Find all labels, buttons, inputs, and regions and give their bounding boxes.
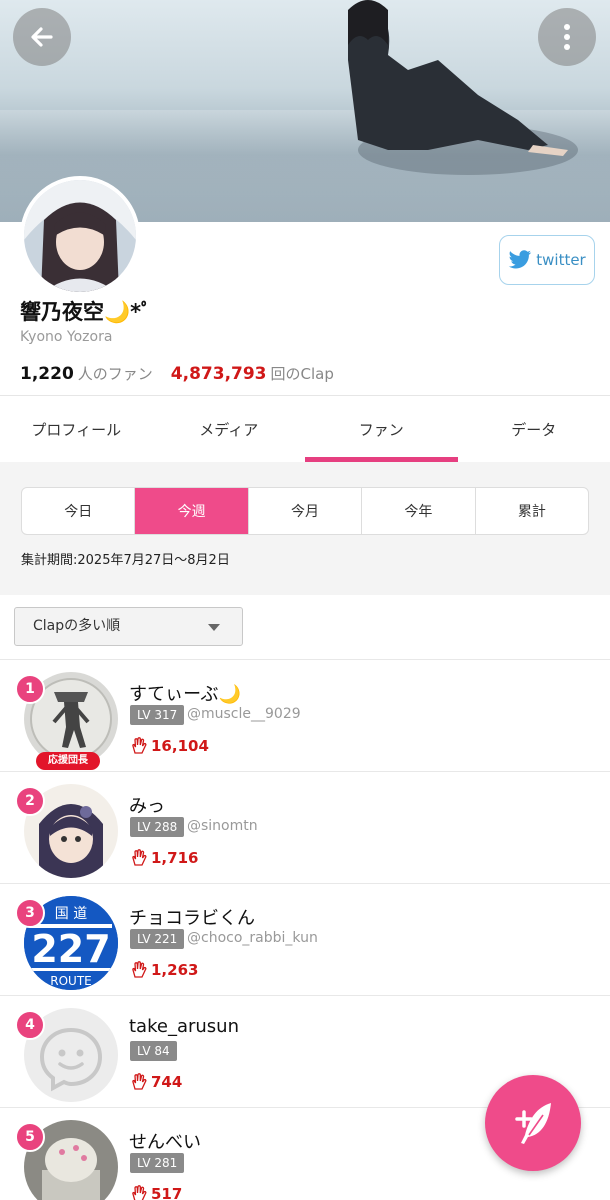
list-item[interactable]: 国 道 227 ROUTE 3 チョコラビくん LV 221 @choco_ra… [0, 883, 610, 995]
clap-label: 回のClap [270, 365, 334, 383]
twitter-button[interactable]: twitter [499, 235, 595, 285]
fan-name: せんべい [129, 1132, 201, 1153]
period-total[interactable]: 累計 [476, 488, 588, 534]
more-button[interactable] [538, 8, 596, 66]
level-badge: LV 84 [130, 1041, 177, 1061]
clap-value: 16,104 [151, 737, 209, 755]
profile-avatar [20, 176, 140, 296]
level-badge: LV 221 [130, 929, 185, 949]
clap-count: 1,716 [130, 849, 198, 867]
clap-hand-icon [132, 737, 147, 754]
tab-data[interactable]: データ [458, 396, 610, 462]
fan-name: take_arusun [129, 1016, 239, 1037]
profile-stats: 1,220 人のファン 4,873,793 回のClap [20, 363, 334, 384]
sort-dropdown[interactable]: Clapの多い順 [14, 607, 243, 646]
quill-plus-icon [515, 1103, 551, 1144]
fan-page: twitter 響乃夜空🌙*ﾟ Kyono Yozora 1,220 人のファン… [0, 0, 610, 1200]
more-vertical-icon [564, 24, 570, 50]
rank-badge: 3 [15, 898, 45, 928]
rank-badge: 2 [15, 786, 45, 816]
tab-fans[interactable]: ファン [305, 396, 458, 462]
rank-badge: 1 [15, 674, 45, 704]
clap-count: 4,873,793 [170, 364, 267, 384]
clap-value: 1,716 [151, 849, 199, 867]
route-sign-number: 227 [31, 927, 110, 971]
level-badge: LV 288 [130, 817, 185, 837]
route-sign-bottom: ROUTE [50, 974, 91, 988]
clap-value: 517 [151, 1185, 183, 1200]
twitter-bird-icon [508, 250, 532, 269]
clap-hand-icon [132, 1185, 147, 1200]
clap-value: 1,263 [151, 961, 199, 979]
profile-romaji: Kyono Yozora [20, 329, 113, 345]
route-sign-top: 国 道 [55, 906, 87, 922]
clap-hand-icon [132, 961, 147, 978]
period-month[interactable]: 今月 [249, 488, 363, 534]
level-badge: LV 281 [130, 1153, 185, 1173]
tab-profile[interactable]: プロフィール [0, 396, 153, 462]
fan-handle: @muscle__9029 [187, 706, 301, 722]
fan-name: チョコラビくん [129, 908, 255, 929]
rank-badge: 4 [15, 1010, 45, 1040]
compose-button[interactable] [485, 1075, 581, 1171]
profile-tabs: プロフィール メディア ファン データ [0, 395, 610, 462]
fan-handle: @sinomtn [187, 818, 258, 834]
period-year[interactable]: 今年 [362, 488, 476, 534]
clap-hand-icon [132, 1073, 147, 1090]
clap-count: 744 [130, 1073, 182, 1091]
list-item[interactable]: 応援団長 1 すてぃーぶ🌙 LV 317 @muscle__9029 16,10… [0, 659, 610, 771]
chevron-down-icon [208, 624, 220, 631]
leader-badge: 応援団長 [36, 752, 100, 770]
clap-value: 744 [151, 1073, 183, 1091]
profile-name: 響乃夜空🌙*ﾟ [20, 300, 152, 324]
rank-badge: 5 [15, 1122, 45, 1152]
list-item[interactable]: 2 みっ LV 288 @sinomtn 1,716 [0, 771, 610, 883]
period-week[interactable]: 今週 [135, 488, 249, 534]
period-selector: 今日 今週 今月 今年 累計 [21, 487, 589, 535]
period-section: 今日 今週 今月 今年 累計 集計期間:2025年7月27日〜8月2日 [0, 462, 610, 595]
clap-count: 16,104 [130, 737, 209, 755]
fan-name: みっ [129, 796, 165, 817]
fans-label: 人のファン [77, 365, 153, 383]
sort-selected: Clapの多い順 [33, 618, 121, 634]
back-button[interactable] [13, 8, 71, 66]
period-text: 集計期間:2025年7月27日〜8月2日 [21, 553, 230, 568]
arrow-left-icon [31, 27, 53, 47]
fan-handle: @choco_rabbi_kun [187, 930, 318, 946]
tab-media[interactable]: メディア [153, 396, 306, 462]
clap-count: 1,263 [130, 961, 198, 979]
period-today[interactable]: 今日 [22, 488, 136, 534]
fan-name: すてぃーぶ🌙 [129, 684, 241, 705]
clap-count: 517 [130, 1185, 182, 1200]
twitter-label: twitter [536, 251, 586, 269]
level-badge: LV 317 [130, 705, 185, 725]
clap-hand-icon [132, 849, 147, 866]
fans-count: 1,220 [20, 364, 74, 384]
